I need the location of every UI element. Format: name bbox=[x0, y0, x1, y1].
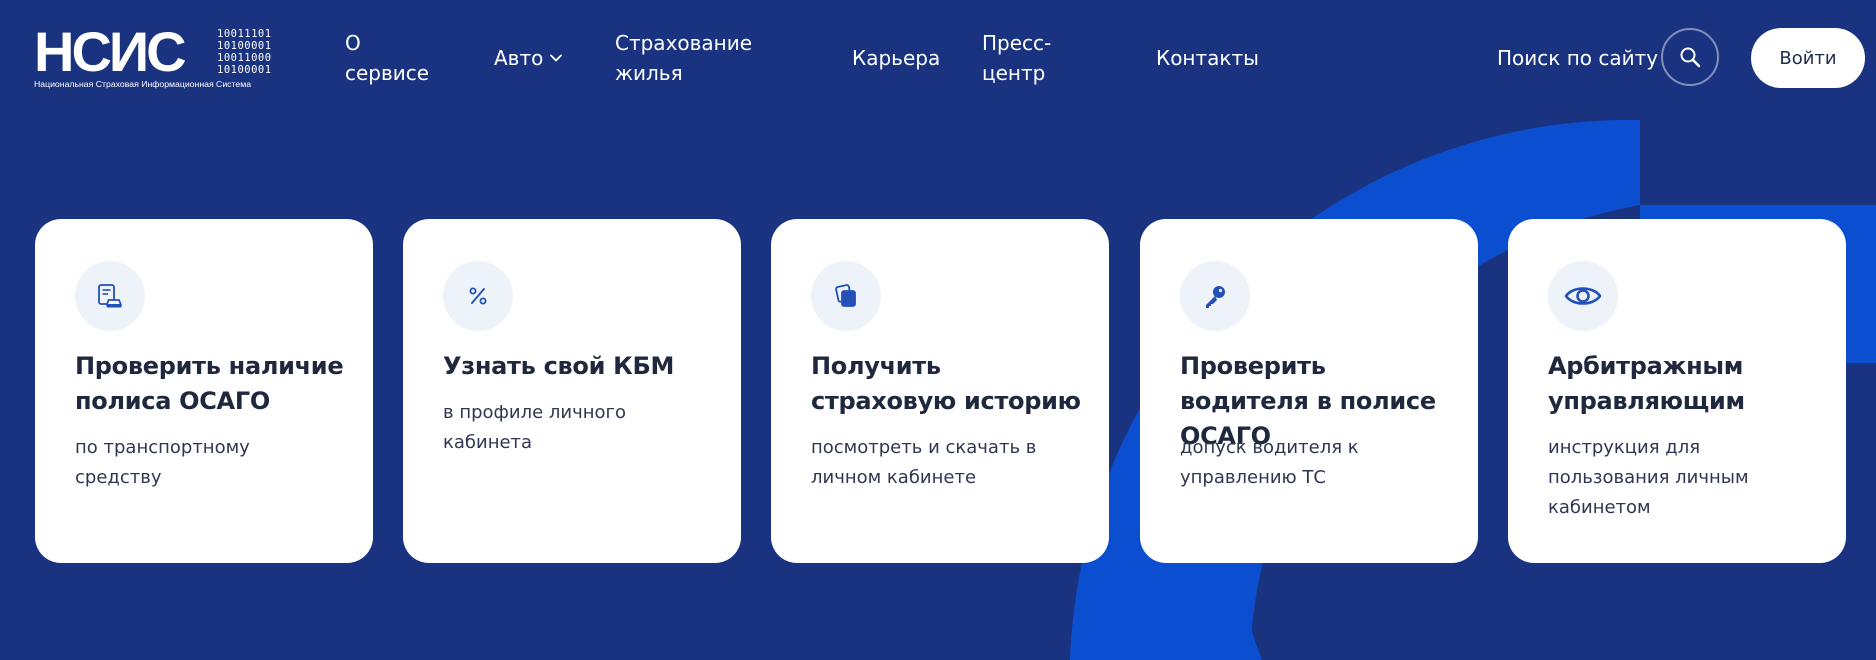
services-cards: Проверить наличие полиса ОСАГО по трансп… bbox=[0, 0, 1876, 660]
service-card-check-policy[interactable]: Проверить наличие полиса ОСАГО по трансп… bbox=[35, 219, 373, 563]
service-card-history[interactable]: Получить страховую историю посмотреть и … bbox=[771, 219, 1109, 563]
card-icon-container bbox=[1180, 261, 1250, 331]
card-title: Узнать свой КБМ bbox=[443, 352, 675, 380]
card-title: Арбитражным управляющим bbox=[1548, 352, 1745, 415]
card-title: Получить страховую историю bbox=[811, 352, 1081, 415]
card-description: посмотреть и скачать в личном кабинете bbox=[811, 437, 1037, 488]
card-icon-container bbox=[1548, 261, 1618, 331]
key-icon bbox=[1206, 286, 1225, 308]
card-description: инструкция для пользования личным кабине… bbox=[1548, 437, 1749, 518]
card-icon-container bbox=[811, 261, 881, 331]
document-car-icon bbox=[98, 284, 122, 308]
card-description: допуск водителя к управлению ТС bbox=[1180, 437, 1359, 488]
service-card-kbm[interactable]: Узнать свой КБМ в профиле личного кабине… bbox=[403, 219, 741, 563]
documents-copy-icon bbox=[835, 284, 856, 307]
card-title: Проверить наличие полиса ОСАГО bbox=[75, 352, 344, 415]
percent-icon bbox=[469, 287, 487, 305]
service-card-arbitration[interactable]: Арбитражным управляющим инструкция для п… bbox=[1508, 219, 1846, 563]
eye-icon bbox=[1564, 287, 1602, 305]
card-description: в профиле личного кабинета bbox=[443, 402, 627, 453]
card-description: по транспортному средству bbox=[75, 437, 250, 488]
card-icon-container bbox=[443, 261, 513, 331]
service-card-check-driver[interactable]: Проверить водителя в полисе ОСАГО допуск… bbox=[1140, 219, 1478, 563]
card-icon-container bbox=[75, 261, 145, 331]
